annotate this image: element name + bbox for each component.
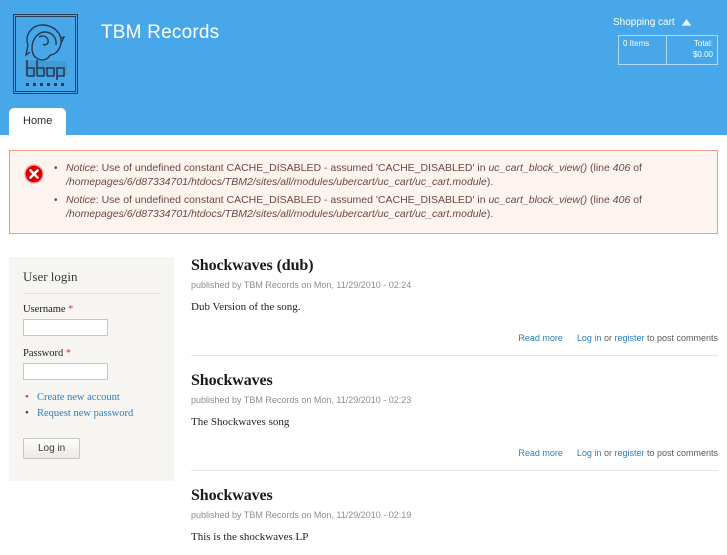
node-links: Read more Log in or register to post comm… xyxy=(191,333,718,343)
post-comments-text: to post comments xyxy=(644,333,718,343)
cart-total-value: $0.00 xyxy=(692,49,713,59)
cart-total-cell: Total: $0.00 xyxy=(665,35,719,65)
notice-path: /homepages/6/d87334701/htdocs/TBM2/sites… xyxy=(66,207,487,220)
site-header: TBM Records Shopping cart 0 Items Total:… xyxy=(0,0,727,135)
logo-graphic xyxy=(15,16,76,92)
shopping-cart-icon[interactable] xyxy=(681,18,691,29)
user-login-title: User login xyxy=(23,269,160,294)
or-text: or xyxy=(601,448,615,458)
page-title[interactable]: Shockwaves xyxy=(191,372,718,390)
list-item: Notice: Use of undefined constant CACHE_… xyxy=(52,162,707,190)
notice-function: uc_cart_block_view() xyxy=(488,162,588,174)
list-item: Notice: Use of undefined constant CACHE_… xyxy=(52,194,707,222)
cart-items-count: 0 Items xyxy=(618,35,667,65)
node-teaser: Shockwaves (dub) published by TBM Record… xyxy=(191,257,718,355)
username-input[interactable] xyxy=(23,319,108,336)
primary-navigation: Home xyxy=(9,108,67,135)
table-row: 0 Items Total: $0.00 xyxy=(618,35,719,65)
notice-suffix: ). xyxy=(486,207,494,220)
list-item: Create new account xyxy=(23,391,160,403)
or-text: or xyxy=(601,333,615,343)
post-comments-text: to post comments xyxy=(644,448,718,458)
notice-line-label: (line xyxy=(587,162,613,174)
shopping-cart-title-text: Shopping cart xyxy=(613,17,675,28)
node-separator xyxy=(191,355,718,356)
notice-suffix: ). xyxy=(486,175,494,188)
password-label: Password * xyxy=(23,348,160,359)
notice-path: /homepages/6/d87334701/htdocs/TBM2/sites… xyxy=(66,175,487,188)
register-link[interactable]: register xyxy=(614,448,644,458)
username-label-text: Username xyxy=(23,304,66,315)
read-more-link[interactable]: Read more xyxy=(518,333,563,343)
shopping-cart-block: Shopping cart 0 Items Total: $0.00 xyxy=(613,17,719,65)
node-body: Dub Version of the song. xyxy=(191,301,301,313)
notice-function: uc_cart_block_view() xyxy=(488,193,588,206)
cart-total-label: Total: xyxy=(693,39,713,48)
request-new-password-link[interactable]: Request new password xyxy=(37,408,133,419)
site-title[interactable]: TBM Records xyxy=(101,22,219,44)
notice-line-number: 406 xyxy=(612,193,631,206)
node-submitted: published by TBM Records on Mon, 11/29/2… xyxy=(191,510,412,520)
notice-line-label: (line xyxy=(587,193,613,206)
node-separator xyxy=(191,470,718,471)
read-more-link[interactable]: Read more xyxy=(518,448,563,458)
notice-prefix: Notice xyxy=(66,193,96,206)
register-link[interactable]: register xyxy=(614,333,644,343)
node-submitted: published by TBM Records on Mon, 11/29/2… xyxy=(191,395,412,405)
site-logo[interactable] xyxy=(13,14,78,94)
notice-of: of xyxy=(630,162,642,174)
node-links: Read more Log in or register to post comm… xyxy=(191,448,718,458)
create-new-account-link[interactable]: Create new account xyxy=(37,392,120,403)
notice-prefix: Notice xyxy=(66,162,96,174)
page-title[interactable]: Shockwaves xyxy=(191,487,718,505)
page-title[interactable]: Shockwaves (dub) xyxy=(191,257,718,275)
tab-home[interactable]: Home xyxy=(9,108,67,135)
log-in-button[interactable]: Log in xyxy=(23,438,81,459)
notice-of: of xyxy=(630,193,642,206)
node-body: This is the shockwaves LP xyxy=(191,531,309,543)
node-body: The Shockwaves song xyxy=(191,416,290,428)
list-item: Request new password xyxy=(23,407,160,419)
node-submitted: published by TBM Records on Mon, 11/29/2… xyxy=(191,280,412,290)
log-in-link[interactable]: Log in xyxy=(577,448,602,458)
notice-line-number: 406 xyxy=(612,162,631,174)
error-message-list: Notice: Use of undefined constant CACHE_… xyxy=(52,162,707,221)
error-message-box: Notice: Use of undefined constant CACHE_… xyxy=(9,150,718,235)
shopping-cart-title: Shopping cart xyxy=(613,17,718,29)
sidebar-region: User login Username * Password * Create … xyxy=(9,257,174,481)
log-in-link[interactable]: Log in xyxy=(577,333,602,343)
notice-text: : Use of undefined constant CACHE_DISABL… xyxy=(95,162,489,174)
user-login-block: User login Username * Password * Create … xyxy=(9,257,174,481)
shopping-cart-summary-table: 0 Items Total: $0.00 xyxy=(618,35,719,65)
error-icon xyxy=(24,164,44,189)
username-label: Username * xyxy=(23,304,160,315)
notice-text: : Use of undefined constant CACHE_DISABL… xyxy=(95,193,489,206)
required-marker: * xyxy=(65,348,71,359)
password-label-text: Password xyxy=(23,348,64,359)
node-teaser: Shockwaves published by TBM Records on M… xyxy=(191,372,718,470)
required-marker: * xyxy=(68,304,74,315)
user-login-links: Create new account Request new password xyxy=(23,391,160,419)
content-region: Shockwaves (dub) published by TBM Record… xyxy=(191,257,718,555)
password-input[interactable] xyxy=(23,363,108,380)
